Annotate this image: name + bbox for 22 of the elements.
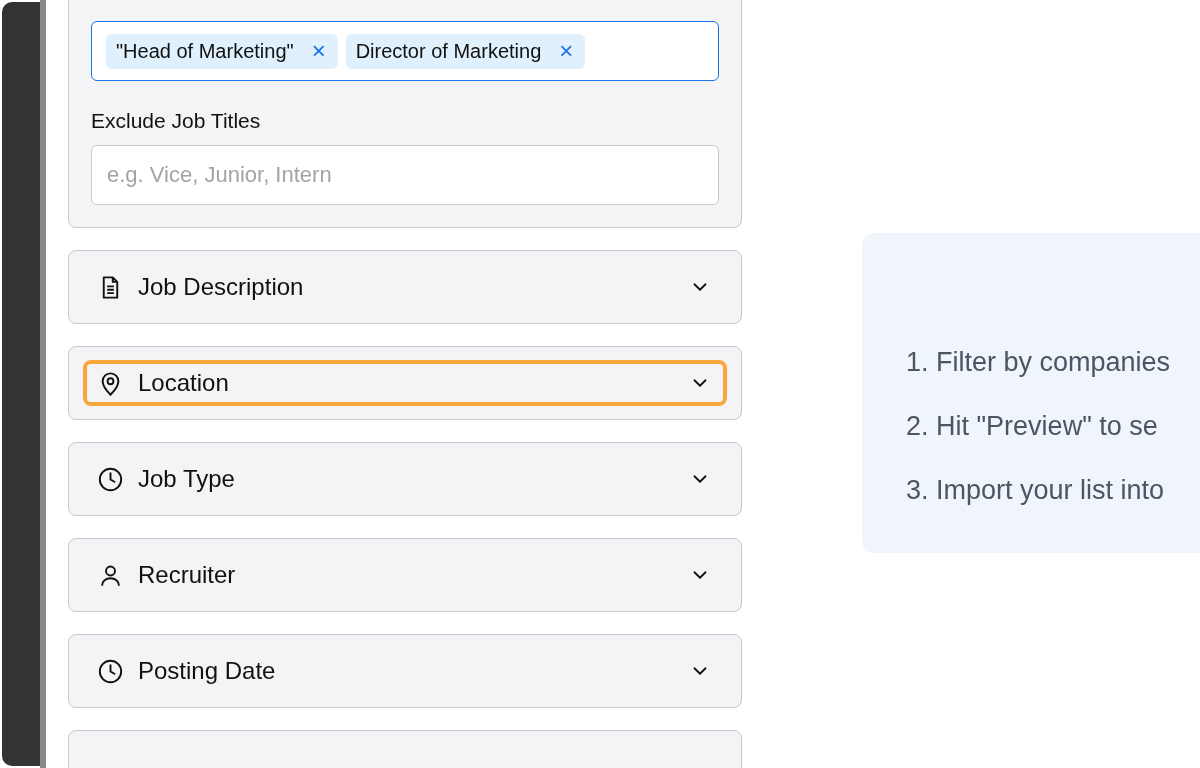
section-title: Location xyxy=(138,369,230,397)
section-title: Job Type xyxy=(138,465,236,493)
clock-icon xyxy=(97,465,124,493)
accordion-header[interactable]: Job Description xyxy=(83,264,727,310)
tag-label: Director of Marketing xyxy=(355,39,542,63)
instruction-step: 2. Hit "Preview" to se xyxy=(906,411,1200,441)
tag-label: "Head of Marketing" xyxy=(116,39,294,63)
accordion-header[interactable]: Location xyxy=(83,360,727,406)
input-field[interactable]: e.g. Vice, Junior, Intern xyxy=(91,145,719,205)
instruction-step: 3. Import your list into xyxy=(906,475,1200,505)
section-title: Posting Date xyxy=(138,657,277,685)
section-title: Job Description xyxy=(138,273,305,301)
tag-input-field[interactable]: "Head of Marketing" × Director of Marketing × xyxy=(91,21,719,81)
clock-icon xyxy=(97,657,124,685)
accordion-header[interactable]: Posting Date xyxy=(83,648,727,694)
accordion-header[interactable]: Recruiter xyxy=(83,552,727,598)
instruction-step: 1. Filter by companies xyxy=(906,347,1200,377)
accordion-header[interactable]: Job Type xyxy=(83,456,727,502)
field-label: Exclude Job Titles xyxy=(91,109,262,133)
remove-tag-button[interactable]: × xyxy=(559,39,574,63)
section-title: Recruiter xyxy=(138,561,237,589)
remove-tag-button[interactable]: × xyxy=(311,39,326,63)
